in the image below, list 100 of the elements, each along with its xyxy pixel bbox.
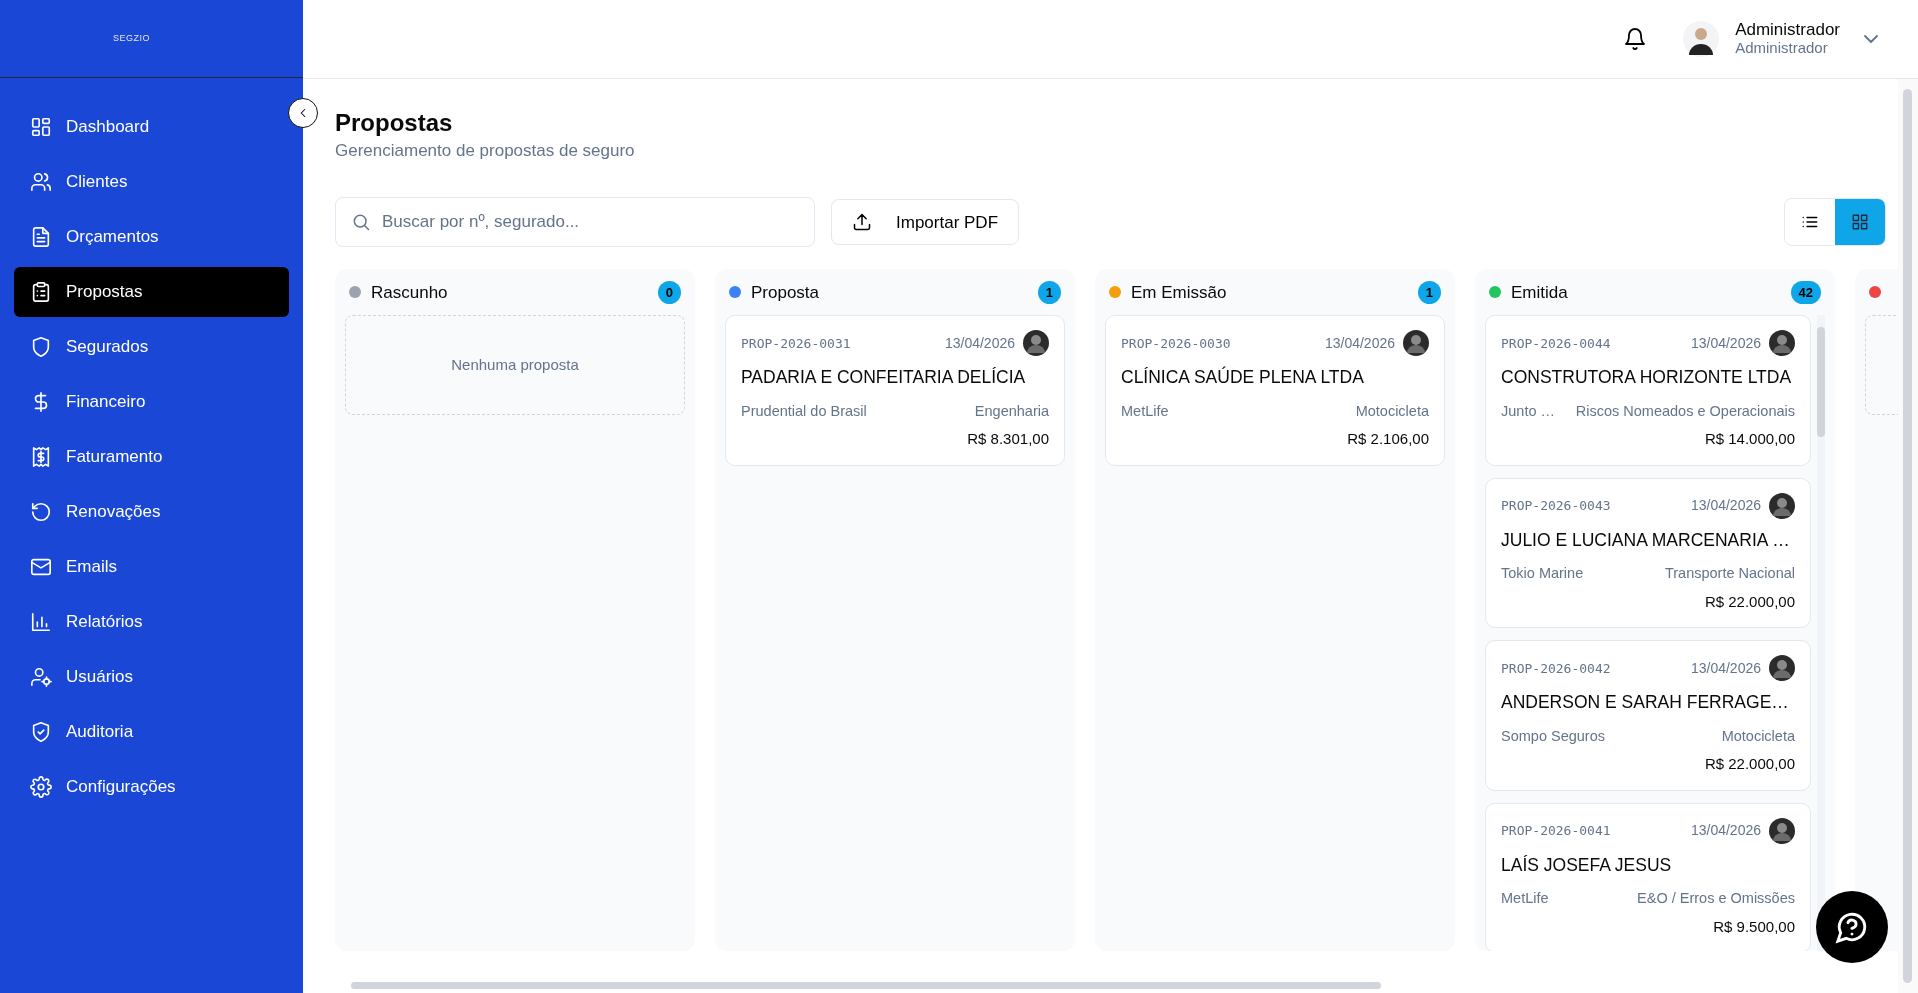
insurer-name: Junto … [1501,401,1555,421]
grid-view-button[interactable] [1835,199,1885,246]
count-badge: 1 [1037,280,1061,305]
proposal-date: 13/04/2026 [1690,496,1761,516]
insurance-line: Transporte Nacional [1664,564,1795,584]
logo: SEGZIO [113,31,150,45]
avatar-icon [1769,330,1795,357]
insurer-name: Sompo Seguros [1501,726,1605,746]
proposal-card[interactable]: PROP-2026-0030 13/04/2026 CLÍNICA SAÚDE PLENA LTDA MetLife Motocicleta R$ 2.106,00 [1105,315,1445,466]
proposal-number: PROP-2026-0044 [1501,334,1611,353]
sidebar-item[interactable]: Emails [14,542,289,592]
avatar-icon [1769,817,1795,844]
search-icon [351,212,371,233]
proposal-amount: R$ 14.000,00 [1703,429,1795,450]
proposal-card[interactable]: PROP-2026-0042 13/04/2026 ANDERSON E SARAH FERRAGE… Sompo Seguros Motocicleta R$ 22.000,00 [1485,640,1811,791]
user-settings-icon [30,666,52,688]
proposal-amount: R$ 2.106,00 [1346,429,1429,450]
proposal-card[interactable]: PROP-2026-0041 13/04/2026 LAÍS JOSEFA JESUS MetLife E&O / Erros e Omissões R$ 9.500,00 [1485,802,1811,951]
dashboard-icon [30,116,52,138]
proposal-number: PROP-2026-0030 [1121,334,1231,353]
insured-name: PADARIA E CONFEITARIA DELÍCIA [741,366,1027,390]
avatar-icon [1769,492,1795,519]
avatar-icon [1023,330,1049,357]
scrollbar[interactable] [1903,89,1912,983]
column-title: Rascunho [371,281,448,304]
sidebar-item[interactable]: Propostas [14,267,289,317]
column-title: Emitida [1511,281,1568,304]
insurer-name: MetLife [1501,889,1549,909]
insurance-line: Riscos Nomeados e Operacionais [1575,401,1795,421]
count-badge: 42 [1790,280,1821,305]
proposal-amount: R$ 8.301,00 [966,429,1049,450]
shield-check-icon [30,721,52,743]
user-menu[interactable]: Administrador Administrador [1683,21,1878,57]
insured-name: ANDERSON E SARAH FERRAGE… [1501,691,1790,715]
insured-name: JULIO E LUCIANA MARCENARIA … [1501,528,1791,552]
user-name: Administrador [1735,21,1840,41]
help-icon [1835,910,1869,944]
count-badge: 0 [657,280,681,305]
proposal-card[interactable]: PROP-2026-0044 13/04/2026 CONSTRUTORA HORIZONTE LTDA Junto … Riscos Nomeados e Operacionais R$ 14.000,00 [1485,315,1811,466]
search-field[interactable]: Buscar por nº, segurado... [335,197,815,248]
import-button[interactable]: Importar PDF [831,199,1020,246]
sidebar-item[interactable]: Orçamentos [14,212,289,262]
mail-icon [30,556,52,578]
proposal-number: PROP-2026-0043 [1501,497,1611,516]
proposal-number: PROP-2026-0031 [741,334,851,353]
sidebar-item[interactable]: Configurações [14,762,289,812]
insurance-line: Motocicleta [1355,401,1429,421]
proposal-card[interactable]: PROP-2026-0043 13/04/2026 JULIO E LUCIANA MARCENARIA … Tokio Marine Transporte Nacional R$ 22.000,00 [1485,477,1811,629]
insured-name: CONSTRUTORA HORIZONTE LTDA [1501,366,1793,390]
upload-icon [852,212,872,233]
empty-message: Nenhuma proposta [451,355,579,376]
proposal-card[interactable]: PROP-2026-0031 13/04/2026 PADARIA E CONFEITARIA DELÍCIA Prudential do Brasil Engenharia R$ 8.301,00 [725,315,1065,466]
sidebar-item[interactable]: Dashboard [14,102,289,152]
proposal-date: 13/04/2026 [1324,333,1395,353]
proposal-date: 13/04/2026 [1690,333,1761,353]
clipboard-icon [30,281,52,303]
refresh-icon [30,501,52,523]
proposal-date: 13/04/2026 [1690,821,1761,841]
sidebar-item[interactable]: Clientes [14,157,289,207]
page-title: Propostas [335,109,454,138]
chevron-down-icon [1864,35,1878,43]
shield-icon [30,336,52,358]
collapse-button[interactable] [288,98,318,128]
insured-name: CLÍNICA SAÚDE PLENA LTDA [1121,366,1365,390]
proposal-date: 13/04/2026 [1690,658,1761,678]
insurance-line: E&O / Erros e Omissões [1637,889,1795,909]
scrollbar[interactable] [1817,327,1825,438]
avatar-icon [1683,21,1720,57]
scrollbar[interactable] [351,982,1381,989]
count-badge: 1 [1417,280,1441,305]
document-icon [30,226,52,248]
proposal-number: PROP-2026-0041 [1501,822,1611,841]
sidebar-item[interactable]: Relatórios [14,597,289,647]
column-title: Em Emissão [1131,281,1227,304]
user-role: Administrador [1735,40,1829,57]
sidebar-item[interactable]: Segurados [14,322,289,372]
insurance-line: Engenharia [974,401,1049,421]
notifications-button[interactable] [1623,26,1648,52]
sidebar-item[interactable]: Renovações [14,487,289,537]
bar-chart-icon [30,611,52,633]
insurance-line: Motocicleta [1721,726,1795,746]
proposal-amount: R$ 22.000,00 [1703,591,1795,612]
insurer-name: Prudential do Brasil [741,401,867,421]
sidebar-item[interactable]: Faturamento [14,432,289,482]
sidebar-item[interactable]: Usuários [14,652,289,702]
proposal-amount: R$ 9.500,00 [1712,916,1795,937]
sidebar-item[interactable]: Financeiro [14,377,289,427]
proposal-amount: R$ 22.000,00 [1703,754,1795,775]
insured-name: LAÍS JOSEFA JESUS [1501,853,1673,877]
sidebar-item[interactable]: Auditoria [14,707,289,757]
proposal-number: PROP-2026-0042 [1501,659,1611,678]
insurer-name: Tokio Marine [1501,564,1584,584]
column-title: Proposta [751,281,820,304]
avatar-icon [1769,655,1795,682]
page-subtitle: Gerenciamento de propostas de seguro [335,139,636,162]
settings-icon [30,776,52,798]
grid-icon [1851,213,1869,232]
users-icon [30,171,52,193]
insurer-name: MetLife [1121,401,1169,421]
receipt-icon [30,446,52,468]
